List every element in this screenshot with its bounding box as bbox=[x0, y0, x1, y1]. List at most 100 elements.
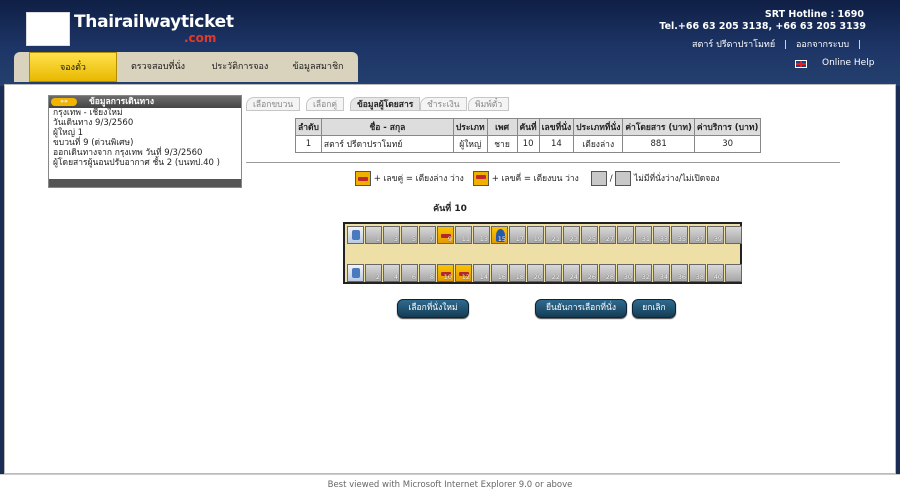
seat-21[interactable]: 21 bbox=[545, 226, 562, 244]
seat-30[interactable]: 30 bbox=[617, 264, 634, 282]
trip-info-title-text: ข้อมูลการเดินทาง bbox=[89, 97, 154, 107]
seat-2[interactable]: 2 bbox=[365, 264, 382, 282]
seat-40[interactable]: 40 bbox=[707, 264, 724, 282]
seat-end[interactable] bbox=[725, 264, 742, 282]
seat-16[interactable]: 16 bbox=[491, 264, 508, 282]
unavailable-seat-icon bbox=[591, 171, 607, 186]
seat-6[interactable]: 6 bbox=[401, 264, 418, 282]
seat-number: 17 bbox=[515, 234, 524, 243]
seat-4[interactable]: 4 bbox=[383, 264, 400, 282]
confirm-seat-button[interactable]: ยืนยันการเลือกที่นั่ง bbox=[535, 299, 627, 318]
col-car: คันที่ bbox=[516, 118, 540, 136]
col-type: ประเภท bbox=[452, 118, 488, 136]
seat-number: 24 bbox=[569, 272, 578, 281]
seat-9: 9 bbox=[437, 226, 454, 244]
seat-39[interactable]: 39 bbox=[707, 226, 724, 244]
site-logo[interactable]: Thairailwayticket .com bbox=[26, 10, 234, 48]
seat-number: 7 bbox=[429, 234, 434, 243]
seat-number: 3 bbox=[393, 234, 398, 243]
english-flag-icon[interactable] bbox=[795, 60, 807, 68]
seat-35[interactable]: 35 bbox=[671, 226, 688, 244]
tab-booking-history[interactable]: ประวัติการจอง bbox=[200, 52, 280, 82]
seat-number: 15 bbox=[497, 234, 506, 243]
seat-22[interactable]: 22 bbox=[545, 264, 562, 282]
seat-number: 14 bbox=[479, 272, 488, 281]
user-bar-divider-end: | bbox=[857, 40, 861, 50]
seat-25[interactable]: 25 bbox=[581, 226, 598, 244]
seat-36[interactable]: 36 bbox=[671, 264, 688, 282]
seat-14[interactable]: 14 bbox=[473, 264, 490, 282]
seat-number: 22 bbox=[551, 272, 560, 281]
seat-27[interactable]: 27 bbox=[599, 226, 616, 244]
seat-7[interactable]: 7 bbox=[419, 226, 436, 244]
coach-upper-row: 1 3 5 7 9 11 13 15 17 19 21 23 25 27 29 31 33 35 37 39 bbox=[347, 226, 743, 244]
online-help-link[interactable]: Online Help bbox=[822, 58, 874, 68]
seat-1[interactable]: 1 bbox=[365, 226, 382, 244]
seat-8[interactable]: 8 bbox=[419, 264, 436, 282]
seat-number: 39 bbox=[713, 234, 722, 243]
tab-booking[interactable]: จองตั๋ว bbox=[29, 52, 117, 82]
wc-glyph bbox=[352, 230, 360, 240]
seat-33[interactable]: 33 bbox=[653, 226, 670, 244]
coach-label: คันที่ 10 bbox=[433, 204, 467, 214]
legend-lower: + เลขคู่ = เตียงล่าง ว่าง bbox=[355, 171, 464, 186]
seat-number: 9 bbox=[447, 234, 452, 243]
seat-37[interactable]: 37 bbox=[689, 226, 706, 244]
seat-11[interactable]: 11 bbox=[455, 226, 472, 244]
seat-29[interactable]: 29 bbox=[617, 226, 634, 244]
seat-number: 1 bbox=[375, 234, 380, 243]
seat-20[interactable]: 20 bbox=[527, 264, 544, 282]
booking-steps: เลือกขบวน เลือกคู่ ข้อมูลผู้โดยสาร ชำระเ… bbox=[246, 97, 526, 111]
seat-13[interactable]: 13 bbox=[473, 226, 490, 244]
seat-5[interactable]: 5 bbox=[401, 226, 418, 244]
seat-18[interactable]: 18 bbox=[509, 264, 526, 282]
col-seat-no: เลขที่นั่ง bbox=[538, 118, 575, 136]
seat-number: 28 bbox=[605, 272, 614, 281]
trip-train: ขบวนที่ 9 (ด่วนพิเศษ) bbox=[53, 138, 134, 148]
user-bar-divider: | bbox=[784, 40, 788, 50]
seat-end[interactable] bbox=[725, 226, 742, 244]
seat-number: 2 bbox=[375, 272, 380, 281]
step-payment[interactable]: ชำระเงิน bbox=[420, 97, 467, 111]
seat-number: 18 bbox=[515, 272, 524, 281]
seat-28[interactable]: 28 bbox=[599, 264, 616, 282]
seat-number: 29 bbox=[623, 234, 632, 243]
seat-12: 12 bbox=[455, 264, 472, 282]
cancel-button[interactable]: ยกเลิก bbox=[632, 299, 676, 318]
coach-aisle bbox=[347, 246, 738, 262]
seat-34[interactable]: 34 bbox=[653, 264, 670, 282]
tab-member-info[interactable]: ข้อมูลสมาชิก bbox=[282, 52, 354, 82]
reselect-seat-button[interactable]: เลือกที่นั่งใหม่ bbox=[397, 299, 469, 318]
seat-number: 10 bbox=[443, 272, 452, 281]
seat-32[interactable]: 32 bbox=[635, 264, 652, 282]
seat-number: 40 bbox=[713, 272, 722, 281]
seat-31[interactable]: 31 bbox=[635, 226, 652, 244]
legend-upper: + เลขคี่ = เตียงบน ว่าง bbox=[473, 171, 579, 186]
seat-19[interactable]: 19 bbox=[527, 226, 544, 244]
main-nav: จองตั๋ว ตรวจสอบที่นั่ง ประวัติการจอง ข้อ… bbox=[14, 52, 358, 82]
site-header: Thairailwayticket .com SRT Hotline : 169… bbox=[0, 0, 900, 86]
seat-number: 34 bbox=[659, 272, 668, 281]
seat-38[interactable]: 38 bbox=[689, 264, 706, 282]
col-service-fee: ค่าบริการ (บาท) bbox=[693, 118, 762, 136]
seat-26[interactable]: 26 bbox=[581, 264, 598, 282]
step-select-pair[interactable]: เลือกคู่ bbox=[306, 97, 345, 111]
seat-3[interactable]: 3 bbox=[383, 226, 400, 244]
seat-24[interactable]: 24 bbox=[563, 264, 580, 282]
step-passenger-info[interactable]: ข้อมูลผู้โดยสาร bbox=[350, 97, 421, 111]
coach-lower-row: 2 4 6 8 10 12 14 16 18 20 22 24 26 28 30 32 34 36 38 40 bbox=[347, 264, 743, 282]
step-print-ticket[interactable]: พิมพ์ตั๋ว bbox=[468, 97, 510, 111]
step-select-train[interactable]: เลือกขบวน bbox=[246, 97, 301, 111]
seat-number: 6 bbox=[411, 272, 416, 281]
seat-number: 33 bbox=[659, 234, 668, 243]
logout-link[interactable]: ออกจากระบบ bbox=[796, 40, 849, 50]
trip-adults: ผู้ใหญ่ 1 bbox=[53, 128, 84, 138]
trip-class: ผู้โดยสารผู้นอนปรับอากาศ ชั้น 2 (บนทป.40… bbox=[53, 158, 220, 168]
seat-17[interactable]: 17 bbox=[509, 226, 526, 244]
cell-fare: 881 bbox=[622, 135, 695, 153]
seat-23[interactable]: 23 bbox=[563, 226, 580, 244]
trip-info-panel: »» ข้อมูลการเดินทาง กรุงเทพ - เชียงใหม่ … bbox=[48, 95, 242, 188]
col-seat-type: ประเภทที่นั่ง bbox=[573, 118, 624, 136]
tab-check-seats[interactable]: ตรวจสอบที่นั่ง bbox=[120, 52, 196, 82]
seat-number: 8 bbox=[429, 272, 434, 281]
